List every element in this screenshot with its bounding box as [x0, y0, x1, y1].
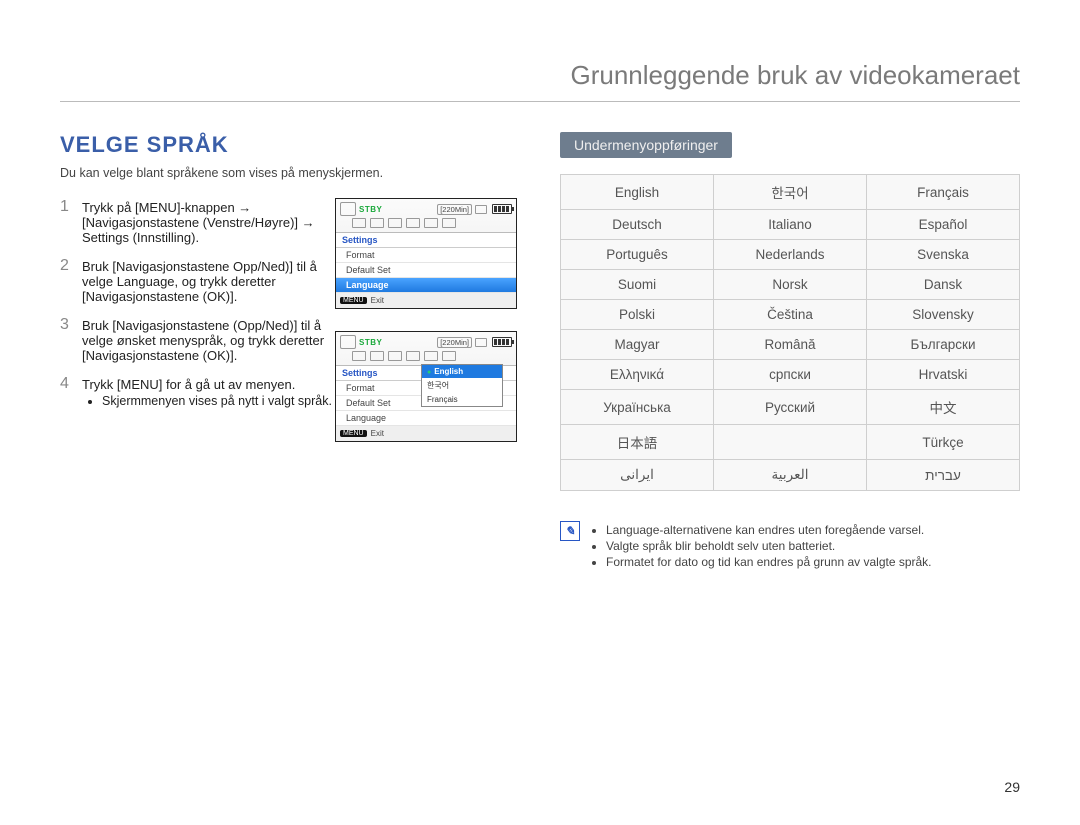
settings-tab: Settings: [336, 233, 516, 248]
toolbar-icon: [370, 218, 384, 228]
language-cell: Svenska: [867, 240, 1020, 270]
language-cell: Français: [867, 175, 1020, 210]
language-cell: Български: [867, 330, 1020, 360]
language-cell: Norsk: [714, 270, 867, 300]
note-block: ✎ Language-alternativene kan endres uten…: [560, 521, 1020, 571]
toolbar-icon: [370, 351, 384, 361]
lcd-screen-2: STBY [220Min] Settings Format Default Se…: [335, 331, 517, 442]
recording-status: STBY: [359, 205, 382, 214]
chapter-title: Grunnleggende bruk av videokameraet: [60, 60, 1020, 102]
language-cell: Română: [714, 330, 867, 360]
dropdown-item-korean: 한국어: [422, 378, 502, 393]
language-dropdown: English 한국어 Français: [421, 364, 503, 407]
exit-label: Exit: [371, 429, 384, 438]
section-title: VELGE SPRÅK: [60, 132, 520, 158]
step-text: Bruk [Navigasjonstastene (Opp/Ned)] til …: [82, 318, 338, 363]
language-cell: Magyar: [561, 330, 714, 360]
step-text: Trykk [MENU] for å gå ut av menyen.: [82, 377, 338, 392]
battery-icon: [492, 337, 512, 347]
toolbar-icon: [406, 351, 420, 361]
language-cell: српски: [714, 360, 867, 390]
lcd-figures: STBY [220Min] Settings Format Default Se…: [335, 198, 517, 442]
step-text: Trykk på [MENU]-knappen → [Navigasjonsta…: [82, 200, 338, 245]
toolbar-icon: [406, 218, 420, 228]
language-cell: Українська: [561, 390, 714, 425]
toolbar-icon: [352, 218, 366, 228]
menu-item-language-selected: Language: [336, 278, 516, 293]
toolbar-icon: [352, 351, 366, 361]
language-cell: עברית: [867, 460, 1020, 491]
toolbar-icon: [424, 218, 438, 228]
language-cell: English: [561, 175, 714, 210]
page-number: 29: [1004, 779, 1020, 795]
language-cell: 中文: [867, 390, 1020, 425]
recording-status: STBY: [359, 338, 382, 347]
language-cell: ایرانی: [561, 460, 714, 491]
step-text: Bruk [Navigasjonstastene Opp/Ned)] til å…: [82, 259, 338, 304]
toolbar-icon: [442, 218, 456, 228]
menu-item-format: Format: [336, 248, 516, 263]
note-item: Language-alternativene kan endres uten f…: [606, 523, 932, 537]
sd-card-icon: [340, 335, 356, 349]
language-cell: 한국어: [714, 175, 867, 210]
language-cell: 日本語: [561, 425, 714, 460]
mini-icon: [475, 338, 487, 347]
language-cell: Italiano: [714, 210, 867, 240]
language-cell: Čeština: [714, 300, 867, 330]
language-cell: Slovensky: [867, 300, 1020, 330]
note-item: Valgte språk blir beholdt selv uten batt…: [606, 539, 932, 553]
toolbar-icon: [388, 351, 402, 361]
language-cell: Türkçe: [867, 425, 1020, 460]
language-cell: Nederlands: [714, 240, 867, 270]
language-cell: Suomi: [561, 270, 714, 300]
language-cell: [714, 425, 867, 460]
menu-key-icon: MENU: [340, 297, 367, 304]
language-cell: Deutsch: [561, 210, 714, 240]
toolbar-icon: [442, 351, 456, 361]
dropdown-item-english: English: [422, 365, 502, 378]
sd-card-icon: [340, 202, 356, 216]
section-intro: Du kan velge blant språkene som vises på…: [60, 166, 520, 180]
language-cell: Dansk: [867, 270, 1020, 300]
submenu-options-label: Undermenyoppføringer: [560, 132, 732, 158]
language-cell: Português: [561, 240, 714, 270]
lcd-screen-1: STBY [220Min] Settings Format Default Se…: [335, 198, 517, 309]
toolbar-icon: [388, 218, 402, 228]
notes-list: Language-alternativene kan endres uten f…: [590, 521, 932, 571]
menu-key-icon: MENU: [340, 430, 367, 437]
toolbar-icon: [424, 351, 438, 361]
note-icon: ✎: [560, 521, 580, 541]
remaining-time: [220Min]: [437, 337, 472, 348]
note-item: Formatet for dato og tid kan endres på g…: [606, 555, 932, 569]
menu-item-defaultset: Default Set: [336, 263, 516, 278]
mini-icon: [475, 205, 487, 214]
language-cell: Polski: [561, 300, 714, 330]
remaining-time: [220Min]: [437, 204, 472, 215]
menu-item-language: Language: [336, 411, 516, 426]
language-table: English한국어Français DeutschItalianoEspañol…: [560, 174, 1020, 491]
language-cell: Ελληνικά: [561, 360, 714, 390]
exit-label: Exit: [371, 296, 384, 305]
language-cell: Español: [867, 210, 1020, 240]
language-cell: Hrvatski: [867, 360, 1020, 390]
dropdown-item-french: Français: [422, 393, 502, 406]
language-cell: العربیة: [714, 460, 867, 491]
battery-icon: [492, 204, 512, 214]
language-cell: Русский: [714, 390, 867, 425]
